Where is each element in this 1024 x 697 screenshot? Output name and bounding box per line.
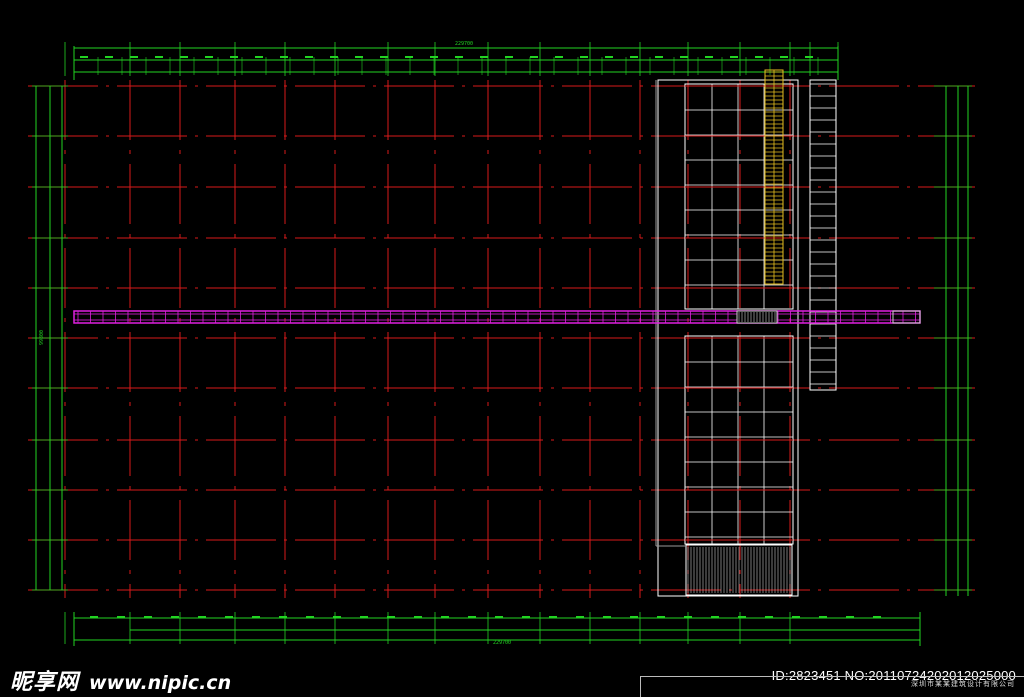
watermark-url: www.nipic.cn [89, 672, 232, 694]
cad-floor-plan: 229700 229700 99800 [28, 41, 975, 646]
structural-grid-lines [28, 80, 975, 598]
dimension-total-bottom: 229700 [493, 640, 511, 646]
stair-block [764, 69, 784, 285]
dimension-total-side: 99800 [39, 330, 45, 345]
corridor-beam [73, 310, 921, 324]
dimension-total-top: 229700 [455, 41, 473, 47]
dimension-lines [32, 42, 972, 646]
site-watermark: 昵享网 www.nipic.cn [10, 664, 232, 695]
drawing-title-block: 深圳市某某建筑设计有限公司 [640, 676, 1024, 697]
watermark-site-name: 昵享网 [10, 669, 80, 695]
title-block-company: 深圳市某某建筑设计有限公司 [911, 680, 1015, 688]
